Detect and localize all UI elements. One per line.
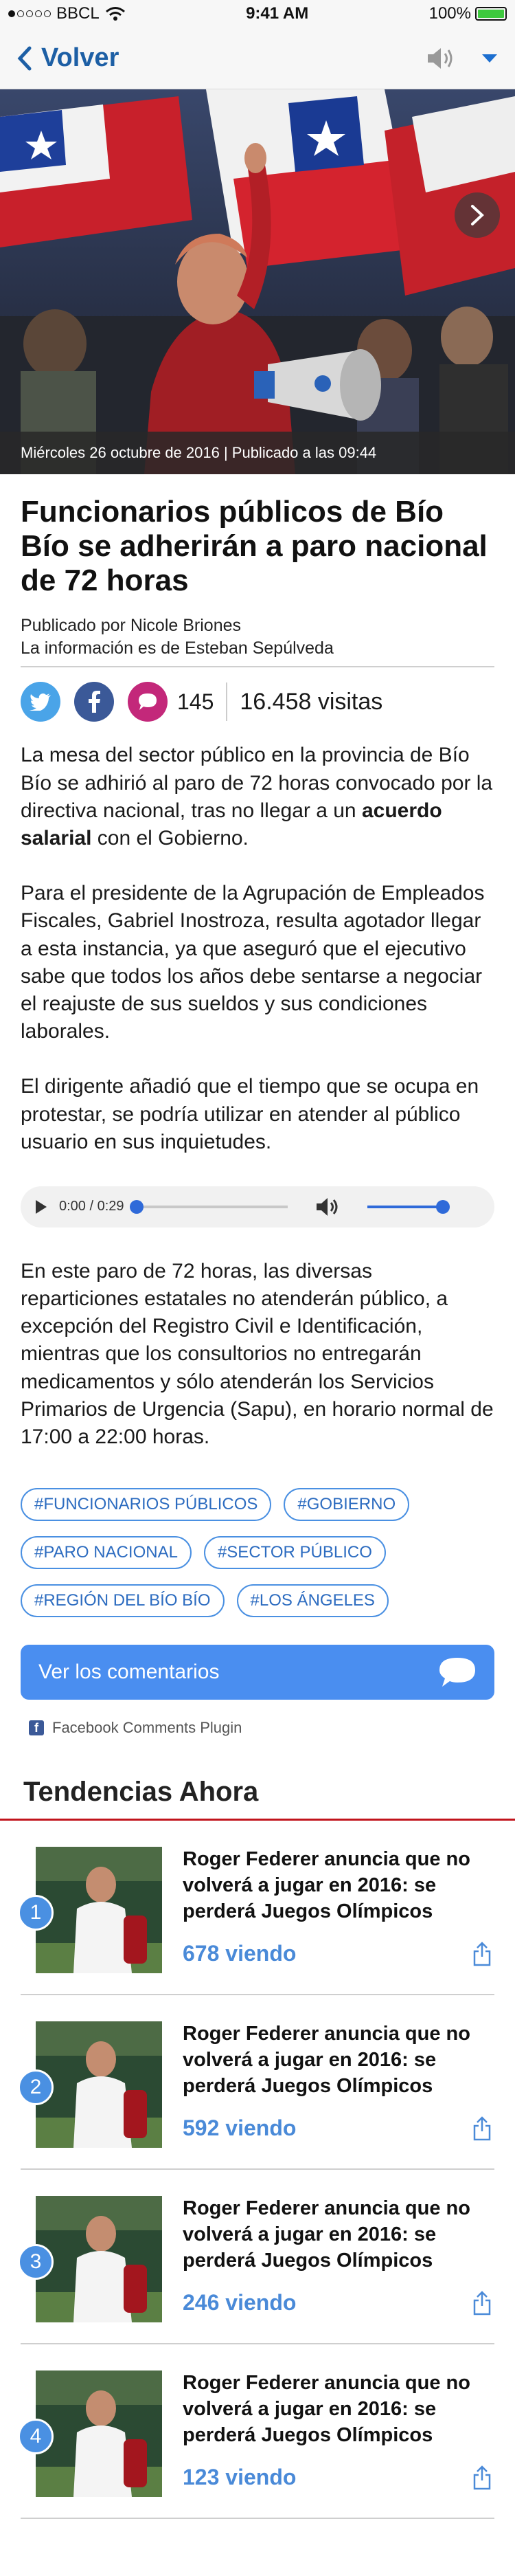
speaker-icon[interactable] [426,46,457,71]
paragraph-1-text-b: con el Gobierno. [91,827,249,850]
trend-item[interactable]: 4 Roger Federer anuncia que no volverá a… [18,2344,494,2520]
published-by: Publicado por Nicole Briones [21,616,242,636]
back-button[interactable]: Volver [16,43,119,73]
share-icon[interactable] [472,2116,492,2141]
status-left: BBCL [8,4,126,23]
back-chevron-icon [17,46,32,70]
tennis-photo [36,1847,162,1974]
trend-item[interactable]: 2 Roger Federer anuncia que no volverá a… [18,1995,494,2170]
status-bar: BBCL 9:41 AM 100% [0,0,515,27]
trend-headline: Roger Federer anuncia que no volverá a j… [183,2023,470,2097]
trend-thumbnail [36,2021,162,2148]
trend-rank-badge: 1 [18,1895,54,1931]
hero-caption: Miércoles 26 octubre de 2016 | Publicado… [0,432,515,474]
comment-count: 145 [177,689,214,714]
battery-percent: 100% [428,4,471,23]
protest-photo [0,89,515,474]
tag-paro-nacional[interactable]: #PARO NACIONAL [21,1536,192,1570]
comment-icon [139,693,157,711]
chat-bubble-icon [439,1658,475,1687]
back-label: Volver [41,43,119,72]
tag-sector-publico[interactable]: #SECTOR PÚBLICO [203,1536,386,1570]
trend-item[interactable]: 1 Roger Federer anuncia que no volverá a… [18,1821,494,1996]
facebook-icon [89,691,100,713]
twitter-icon [30,693,51,711]
share-icon[interactable] [472,2291,492,2316]
audio-progress-slider[interactable] [129,1199,288,1214]
nav-bar: Volver [0,27,515,89]
trend-list: 1 Roger Federer anuncia que no volverá a… [0,1821,515,2520]
tennis-photo [36,2370,162,2498]
tag-los-angeles[interactable]: #LOS ÁNGELES [236,1584,389,1618]
paragraph-4: En este paro de 72 horas, las diversas r… [21,1259,494,1449]
share-separator [226,682,228,722]
trend-meta: 592 viendo [183,2116,492,2141]
audio-time: 0:00 / 0:29 [59,1199,124,1214]
volume-slider[interactable] [367,1199,450,1214]
status-time: 9:41 AM [246,4,309,23]
article-headline: Funcionarios públicos de Bío Bío se adhe… [21,495,488,598]
volume-icon[interactable] [315,1197,340,1217]
trend-item[interactable]: 3 Roger Federer anuncia que no volverá a… [18,2170,494,2345]
trend-headline: Roger Federer anuncia que no volverá a j… [183,2372,470,2446]
battery-icon [474,7,507,21]
trend-thumbnail [36,2196,162,2323]
hero-image: Miércoles 26 octubre de 2016 | Publicado… [0,89,515,474]
nav-actions [426,46,499,71]
trend-text: Roger Federer anuncia que no volverá a j… [183,2021,492,2141]
share-row: 145 16.458 visitas [21,681,494,722]
trend-text: Roger Federer anuncia que no volverá a j… [183,2196,492,2316]
trend-meta: 678 viendo [183,1941,492,1966]
visit-count: 16.458 visitas [240,688,383,715]
trend-meta: 123 viendo [183,2465,492,2490]
trend-thumbnail [36,1847,162,1974]
paragraph-1: La mesa del sector público en la provinc… [21,742,494,852]
info-by: La información es de Esteban Sepúlveda [21,638,334,658]
trend-headline: Roger Federer anuncia que no volverá a j… [183,1848,470,1922]
facebook-plugin-icon: f [29,1720,44,1736]
tennis-photo [36,2196,162,2323]
trend-rank-badge: 2 [18,2069,54,2106]
trend-thumbnail [36,2370,162,2498]
byline-divider [21,666,494,668]
paragraph-3: El dirigente añadió que el tiempo que se… [21,1075,479,1153]
facebook-share-button[interactable] [74,682,114,722]
dropdown-icon[interactable] [481,53,499,64]
byline: Publicado por Nicole Briones La informac… [21,614,494,659]
trend-views: 123 viendo [183,2465,297,2490]
view-comments-label: Ver los comentarios [38,1661,220,1684]
trend-text: Roger Federer anuncia que no volverá a j… [183,1847,492,1966]
next-image-button[interactable] [455,192,500,238]
tag-funcionarios-publicos[interactable]: #FUNCIONARIOS PÚBLICOS [21,1488,272,1522]
trend-views: 246 viendo [183,2290,297,2316]
trend-headline: Roger Federer anuncia que no volverá a j… [183,2197,470,2272]
status-right: 100% [429,4,507,23]
trends-title: Tendencias Ahora [23,1777,259,1808]
trend-views: 592 viendo [183,2116,297,2141]
trend-rank-badge: 3 [18,2244,54,2280]
tag-gobierno[interactable]: #GOBIERNO [284,1488,410,1522]
comment-button[interactable] [128,682,168,722]
next-arrow-icon [471,205,484,225]
trend-rank-badge: 4 [18,2419,54,2455]
trend-text: Roger Federer anuncia que no volverá a j… [183,2370,492,2490]
tag-region-bio-bio[interactable]: #REGIÓN DEL BÍO BÍO [21,1584,225,1618]
view-comments-button[interactable]: Ver los comentarios [21,1645,494,1700]
play-icon[interactable] [34,1199,48,1215]
wifi-icon [105,7,125,21]
audio-player: 0:00 / 0:29 [21,1186,494,1228]
facebook-plugin-label: Facebook Comments Plugin [52,1719,242,1737]
carrier-label: BBCL [56,4,100,23]
trend-views: 678 viendo [183,1941,297,1966]
article: Funcionarios públicos de Bío Bío se adhe… [0,495,515,1808]
tag-list: #FUNCIONARIOS PÚBLICOS #GOBIERNO #PARO N… [21,1488,494,1618]
twitter-share-button[interactable] [21,682,60,722]
share-icon[interactable] [472,2465,492,2490]
signal-dots-icon [8,10,51,17]
paragraph-2: Para el presidente de la Agrupación de E… [21,882,485,1043]
trend-meta: 246 viendo [183,2290,492,2316]
facebook-comments-plugin[interactable]: f Facebook Comments Plugin [21,1719,494,1737]
tennis-photo [36,2021,162,2148]
share-icon[interactable] [472,1942,492,1966]
